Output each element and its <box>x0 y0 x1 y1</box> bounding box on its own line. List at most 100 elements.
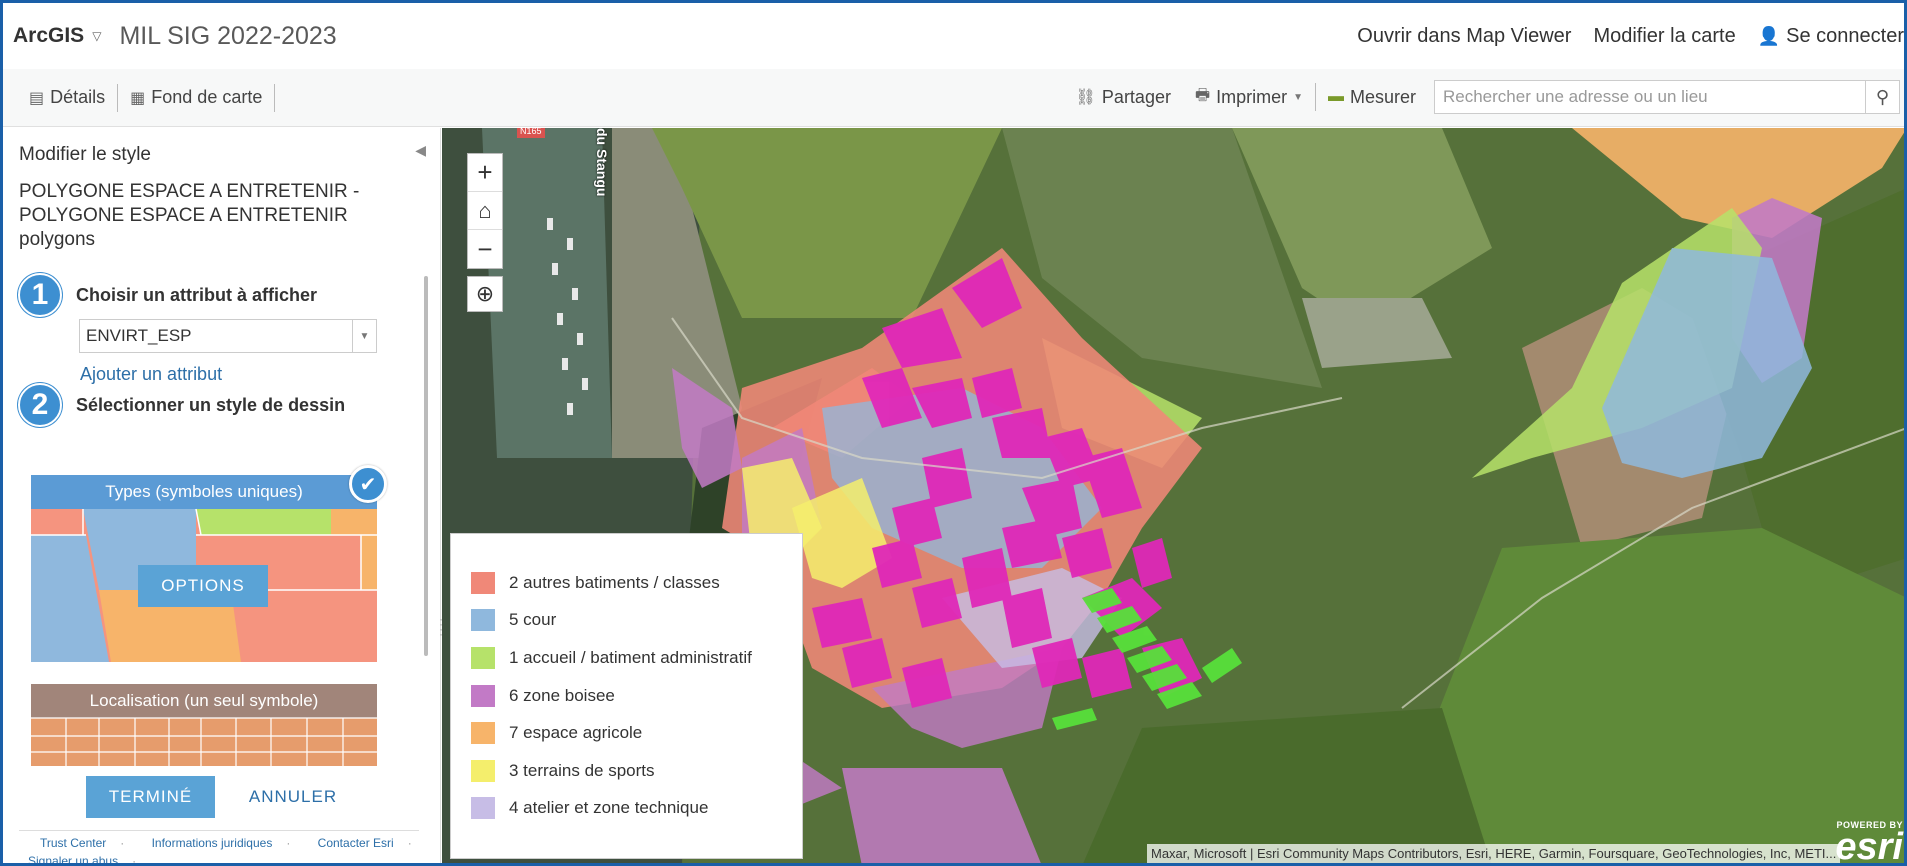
page-title: MIL SIG 2022-2023 <box>119 21 337 50</box>
cancel-button[interactable]: ANNULER <box>238 776 348 818</box>
attribute-value: ENVIRT_ESP <box>86 326 192 345</box>
sign-in-label: Se connecter <box>1786 24 1904 47</box>
legend-item: 6 zone boisee <box>451 677 802 715</box>
legend-item: 7 espace agricole <box>451 714 802 752</box>
legend-item: 2 autres batiments / classes <box>451 564 802 602</box>
user-icon: 👤 <box>1757 25 1781 46</box>
details-icon: ▤ <box>29 89 45 107</box>
details-button[interactable]: ▤ Détails <box>17 81 117 115</box>
esri-wordmark: esri <box>1835 826 1903 866</box>
collapse-panel-icon[interactable]: ◀ <box>415 142 426 159</box>
legend-swatch <box>471 684 495 707</box>
home-button[interactable]: ⌂ <box>468 192 502 230</box>
link-icon: ⛓ <box>1075 89 1096 106</box>
locate-button[interactable]: ⊕ <box>467 276 503 312</box>
style-card-location[interactable]: Localisation (un seul symbole) <box>31 684 377 766</box>
toolbar: ▤ Détails ▦ Fond de carte ⛓ Partager 🖶 I… <box>3 69 1904 127</box>
dropdown-chevron-down-icon[interactable]: ▼ <box>352 320 376 352</box>
top-header: ArcGIS ▽ MIL SIG 2022-2023 Ouvrir dans M… <box>3 3 1904 69</box>
locate-crosshair-icon: ⊕ <box>475 281 495 306</box>
details-label: Détails <box>50 87 106 107</box>
share-label: Partager <box>1101 86 1171 107</box>
esri-logo[interactable]: POWERED BY esri <box>1835 820 1903 866</box>
sign-in-link[interactable]: 👤 Se connecter <box>1758 25 1904 48</box>
legend-swatch <box>471 609 495 632</box>
zoom-in-button[interactable]: + <box>468 154 502 192</box>
done-button[interactable]: TERMINÉ <box>86 776 215 818</box>
report-abuse-link[interactable]: Signaler un abus <box>28 854 118 863</box>
legend-label: 4 atelier et zone technique <box>509 798 709 818</box>
app-frame: ArcGIS ▽ MIL SIG 2022-2023 Ouvrir dans M… <box>0 0 1907 866</box>
legend-label: 1 accueil / batiment administratif <box>509 647 752 667</box>
legend-swatch <box>471 797 495 820</box>
legend-label: 6 zone boisee <box>509 685 615 705</box>
search-box: ⚲ <box>1434 80 1900 114</box>
map-view[interactable]: N165 du Stangu + ⌂ − ⊕ 2 autres batiment… <box>442 128 1904 866</box>
selected-check-icon: ✔ <box>349 465 387 503</box>
search-button[interactable]: ⚲ <box>1865 81 1899 113</box>
style-card-types[interactable]: Types (symboles uniques) OPTIONS <box>31 475 377 662</box>
legend-label: 7 espace agricole <box>509 723 643 743</box>
step-1-label: Choisir un attribut à afficher <box>76 284 318 305</box>
legend-swatch <box>471 759 495 782</box>
legend-label: 2 autres batiments / classes <box>509 572 720 592</box>
add-attribute-link[interactable]: Ajouter un attribut <box>80 364 222 385</box>
legend-item: 1 accueil / batiment administratif <box>451 639 802 677</box>
legend-swatch <box>471 722 495 745</box>
legend-item: 4 atelier et zone technique <box>451 790 802 828</box>
basemap-grid-icon: ▦ <box>130 89 146 107</box>
legend-swatch <box>471 571 495 594</box>
print-label: Imprimer <box>1216 86 1288 107</box>
trust-center-link[interactable]: Trust Center <box>40 836 106 850</box>
panel-title: Modifier le style <box>19 144 151 165</box>
map-legend: 2 autres batiments / classes 5 cour 1 ac… <box>450 533 803 859</box>
legend-swatch <box>471 646 495 669</box>
options-button[interactable]: OPTIONS <box>138 565 268 607</box>
zoom-out-button[interactable]: − <box>468 230 502 268</box>
step-1: 1 Choisir un attribut à afficher <box>18 273 317 317</box>
legend-label: 5 cour <box>509 610 557 630</box>
plus-icon: + <box>477 157 493 187</box>
header-actions: Ouvrir dans Map Viewer Modifier la carte… <box>1357 3 1904 69</box>
zoom-controls: + ⌂ − <box>467 153 503 269</box>
panel-scrollbar[interactable] <box>424 276 428 656</box>
home-icon: ⌂ <box>478 197 492 223</box>
legend-label: 3 terrains de sports <box>509 760 655 780</box>
legend-item: 5 cour <box>451 602 802 640</box>
search-icon: ⚲ <box>1875 86 1890 107</box>
step-1-number: 1 <box>18 273 62 317</box>
printer-icon: 🖶 <box>1194 86 1211 104</box>
footer-links: Trust Center · Informations juridiques · C… <box>28 836 412 866</box>
ruler-icon: ▬ <box>1327 88 1344 105</box>
step-2: 2 Sélectionner un style de dessin <box>18 383 345 427</box>
attribute-select[interactable]: ENVIRT_ESP ▼ <box>79 319 377 353</box>
measure-button[interactable]: ▬ Mesurer <box>1316 80 1428 114</box>
print-chevron-down-icon: ▼ <box>1293 91 1303 103</box>
style-location-label: Localisation (un seul symbole) <box>89 691 319 710</box>
step-2-label: Sélectionner un style de dessin <box>76 394 346 415</box>
legal-info-link[interactable]: Informations juridiques <box>152 836 273 850</box>
divider <box>19 830 419 831</box>
basemap-button[interactable]: ▦ Fond de carte <box>118 81 274 115</box>
road-badge: N165 <box>520 128 542 136</box>
search-input[interactable] <box>1435 87 1865 107</box>
legend-item: 3 terrains de sports <box>451 752 802 790</box>
modify-map-link[interactable]: Modifier la carte <box>1593 25 1735 48</box>
map-attribution[interactable]: Maxar, Microsoft | Esri Community Maps C… <box>1147 844 1841 863</box>
share-button[interactable]: ⛓ Partager <box>1064 80 1183 114</box>
open-map-viewer-link[interactable]: Ouvrir dans Map Viewer <box>1357 25 1571 48</box>
brand-chevron-down-icon[interactable]: ▽ <box>92 29 101 43</box>
layer-name: POLYGONE ESPACE A ENTRETENIR - POLYGONE … <box>19 181 360 250</box>
measure-label: Mesurer <box>1349 86 1416 107</box>
toolbar-right: ⛓ Partager 🖶 Imprimer ▼ ▬ Mesurer ⚲ <box>1064 80 1900 114</box>
step-2-number: 2 <box>18 383 62 427</box>
toolbar-divider <box>274 83 276 112</box>
minus-icon: − <box>477 233 493 264</box>
print-button[interactable]: 🖶 Imprimer ▼ <box>1183 80 1315 114</box>
contact-esri-link[interactable]: Contacter Esri <box>318 836 394 850</box>
arcgis-brand[interactable]: ArcGIS <box>13 24 84 48</box>
basemap-label: Fond de carte <box>151 87 263 107</box>
style-panel: Modifier le style ◀ POLYGONE ESPACE A EN… <box>6 128 443 866</box>
road-label: du Stangu <box>594 128 610 197</box>
style-types-label: Types (symboles uniques) <box>105 482 303 501</box>
